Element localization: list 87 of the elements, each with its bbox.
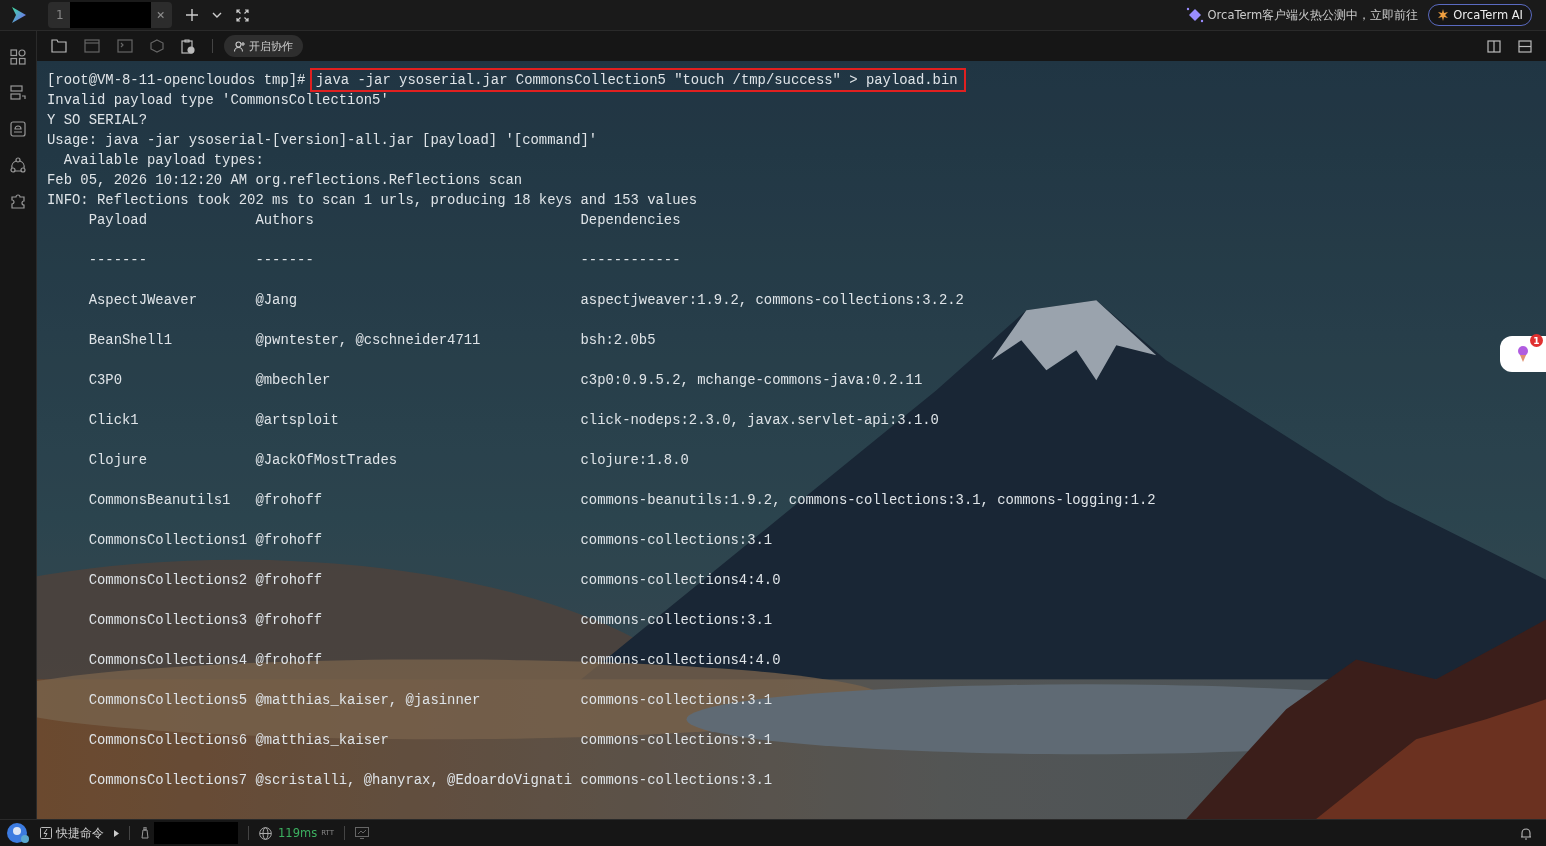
puzzle-icon[interactable] — [10, 193, 26, 209]
dependency-list: c3p0:0.9.5.2, mchange-commons-java:0.2.11 — [580, 370, 923, 410]
avatar-icon[interactable] — [6, 822, 30, 844]
add-icon[interactable] — [186, 9, 198, 21]
session-tab[interactable]: 1 — [48, 2, 172, 28]
payload-name: AspectJWeaver — [88, 291, 199, 310]
dependency-list: commons-collections:3.1 — [580, 770, 773, 810]
separator-line: ------------ — [580, 251, 681, 270]
sftp-folder-icon[interactable] — [51, 39, 67, 53]
bell-icon[interactable] — [1520, 826, 1532, 840]
sparkle-icon — [1437, 9, 1450, 21]
payload-name: BeanShell1 — [88, 331, 174, 350]
dependency-list: aspectjweaver:1.9.2, commons-collections:3.2.2 — [580, 290, 964, 330]
author-names: @matthias_kaiser, @jasinner — [255, 691, 482, 710]
output-line: Feb 05, 2026 10:12:20 AM org.reflections.Reflections scan — [47, 171, 524, 190]
chevron-down-icon[interactable] — [212, 12, 222, 18]
payload-name: CommonsCollections4 — [88, 651, 249, 670]
author-names: @scristalli, @hanyrax, @EdoardoVignati — [255, 771, 574, 790]
split-vertical-icon[interactable] — [1487, 39, 1501, 53]
payload-name: C3P0 — [88, 371, 123, 390]
collaborate-button[interactable]: 开启协作 — [224, 35, 303, 57]
author-names: @mbechler — [255, 371, 332, 390]
payload-name: CommonsCollections2 — [88, 571, 249, 590]
grid-icon[interactable] — [10, 49, 26, 65]
separator-line: ------- — [88, 251, 149, 270]
dependency-list: clojure:1.8.0 — [580, 450, 689, 490]
payload-name: CommonsCollections3 — [88, 611, 249, 630]
window-icon[interactable] — [84, 39, 100, 53]
promo-banner-link[interactable]: OrcaTerm客户端火热公测中，立即前往 — [1207, 7, 1419, 23]
split-horizontal-icon[interactable] — [1518, 39, 1532, 53]
payload-name: Clojure — [88, 451, 149, 470]
author-names: @frohoff — [255, 651, 324, 670]
share-nodes-icon[interactable] — [10, 157, 26, 173]
command-text: java -jar ysoserial.jar CommonsCollection5 "touch /tmp/success" > payload.bin — [309, 68, 966, 92]
author-names: @frohoff — [255, 531, 324, 550]
latency-value: 119ms — [278, 826, 318, 840]
author-names: @frohoff — [255, 571, 324, 590]
dependency-list: commons-collections:3.1 — [580, 730, 773, 770]
output-line: INFO: Reflections took 202 ms to scan 1 urls, producing 18 keys and 153 values — [47, 191, 699, 210]
add-user-icon — [234, 40, 245, 52]
output-line: Y SO SERIAL? — [47, 111, 149, 130]
quick-commands-label[interactable]: 快捷命令 — [56, 825, 104, 841]
hexagon-icon[interactable] — [150, 39, 164, 53]
column-heading: Authors — [255, 211, 315, 230]
payload-name: CommonsCollections5 — [88, 691, 249, 710]
author-names: @artsploit — [255, 411, 340, 430]
dependency-list: commons-collections:3.1 — [580, 530, 773, 570]
author-names: @pwntester, @cschneider4711 — [255, 331, 482, 350]
logo-icon — [10, 5, 28, 25]
lightning-icon[interactable] — [40, 827, 52, 839]
dependency-list: click-nodeps:2.3.0, javax.servlet-api:3.1.0 — [580, 410, 939, 450]
floating-helper-button[interactable]: 1 — [1500, 336, 1546, 372]
dependency-list: commons-collections:3.1 — [580, 690, 773, 730]
terminal-icon[interactable] — [117, 39, 133, 53]
fullscreen-icon[interactable] — [236, 8, 249, 22]
output-line: Invalid payload type 'CommonsCollection5' — [47, 91, 390, 110]
payload-name: CommonsCollections1 — [88, 531, 249, 550]
clipboard-icon[interactable] — [181, 38, 195, 54]
column-heading: Dependencies — [580, 211, 681, 230]
monitor-icon[interactable] — [354, 827, 369, 839]
separator-line: ------- — [255, 251, 315, 270]
caret-icon[interactable] — [114, 829, 119, 837]
ai-button[interactable]: OrcaTerm AI — [1428, 4, 1532, 26]
payload-name: CommonsCollections6 — [88, 731, 249, 750]
dependency-list: commons-collections4:4.0 — [580, 650, 781, 690]
dependency-list: commons-collections4:4.0 — [580, 570, 781, 610]
payload-name: Click1 — [88, 411, 140, 430]
shell-prompt: [root@VM-8-11-opencloudos tmp]# — [47, 72, 306, 88]
payload-name: CommonsCollections7 — [88, 771, 249, 790]
author-names: @matthias_kaiser — [255, 731, 390, 750]
dependency-list: commons-beanutils:1.9.2, commons-collections:3.1, commons-logging:1.2 — [580, 490, 1156, 530]
dependency-list: bsh:2.0b5 — [580, 330, 656, 370]
globe-icon — [259, 826, 272, 840]
author-names: @Jang — [255, 291, 299, 310]
sparkle-ticket-icon — [1185, 7, 1204, 23]
server-list-icon[interactable] — [10, 85, 26, 101]
payload-name: CommonsBeanutils1 — [88, 491, 232, 510]
drive-icon[interactable] — [10, 121, 26, 137]
close-icon[interactable] — [156, 11, 164, 19]
output-line: Usage: java -jar ysoserial-[version]-all.jar [payload] '[command]' — [47, 131, 599, 150]
author-names: @JackOfMostTrades — [255, 451, 399, 470]
dependency-list: commons-collections:3.1 — [580, 610, 773, 650]
notification-badge: 1 — [1530, 334, 1543, 347]
output-line: Available payload types: — [62, 151, 265, 170]
author-names: @frohoff — [255, 611, 324, 630]
column-heading: Payload — [88, 211, 149, 230]
author-names: @frohoff — [255, 491, 324, 510]
